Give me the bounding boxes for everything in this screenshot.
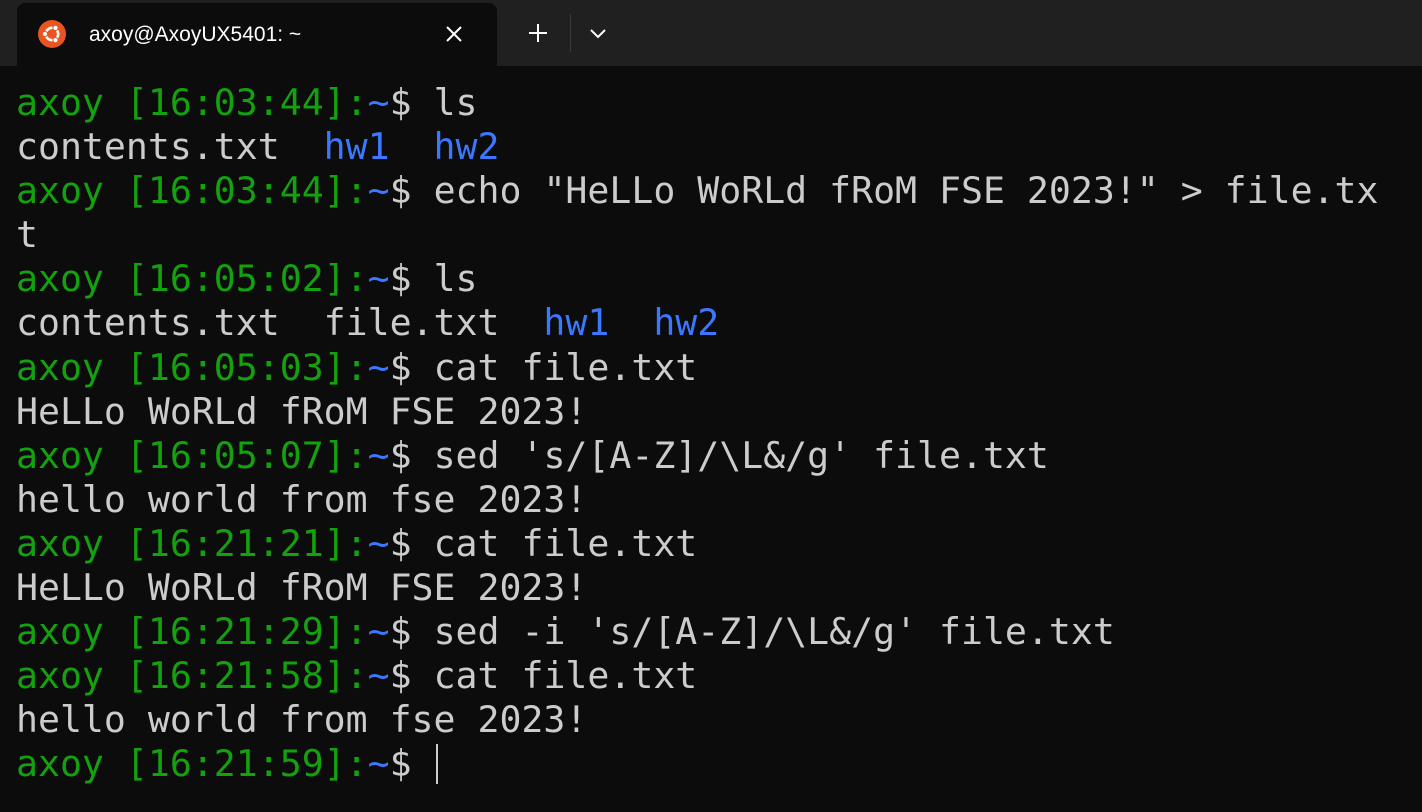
output-line: contents.txt hw1 hw2 [16, 125, 1411, 169]
tab-title: axoy@AxoyUX5401: ~ [89, 23, 302, 46]
prompt-line: axoy [16:21:58]:~$ cat file.txt [16, 654, 1411, 698]
prompt-separator: : [345, 521, 368, 565]
prompt-line: axoy [16:03:44]:~$ ls [16, 81, 1411, 125]
prompt-sigil: $ [389, 433, 412, 477]
output-line: hello world from fse 2023! [16, 478, 1411, 522]
prompt-separator: : [345, 345, 368, 389]
prompt-user: axoy [16, 610, 104, 654]
output-line: HeLLo WoRLd fRoM FSE 2023! [16, 566, 1411, 610]
prompt-sigil: $ [389, 345, 412, 389]
prompt-line: axoy [16:21:59]:~$ [16, 742, 1411, 786]
prompt-line: axoy [16:21:29]:~$ sed -i 's/[A-Z]/\L&/g… [16, 610, 1411, 654]
prompt-path: ~ [367, 742, 390, 786]
prompt-path: ~ [367, 169, 390, 213]
command-text: ls [411, 81, 478, 124]
output-text: HeLLo WoRLd fRoM FSE 2023! [16, 566, 588, 610]
prompt-user: axoy [16, 257, 104, 301]
command-text: cat file.txt [411, 345, 698, 389]
terminal-window: axoy@AxoyUX5401: ~ axoy [16:03:44]:~$ ls… [0, 0, 1422, 812]
prompt-sigil: $ [389, 521, 412, 565]
ls-directory: hw2 [653, 301, 720, 345]
command-text: sed -i 's/[A-Z]/\L&/g' file.txt [411, 610, 1115, 654]
prompt-separator: : [345, 169, 368, 213]
output-text: HeLLo WoRLd fRoM FSE 2023! [16, 389, 588, 433]
prompt-line: axoy [16:05:07]:~$ sed 's/[A-Z]/\L&/g' f… [16, 434, 1411, 478]
prompt-user: axoy [16, 81, 104, 124]
prompt-time: [16:03:44] [125, 169, 346, 213]
prompt-path: ~ [367, 345, 390, 389]
prompt-time: [16:21:21] [125, 521, 346, 565]
output-text: hello world from fse 2023! [16, 698, 588, 742]
prompt-user: axoy [16, 654, 104, 698]
prompt-user: axoy [16, 169, 104, 213]
prompt-separator: : [345, 81, 368, 124]
plus-icon[interactable] [519, 14, 557, 52]
output-line: HeLLo WoRLd fRoM FSE 2023! [16, 390, 1411, 434]
prompt-path: ~ [367, 610, 390, 654]
command-text: cat file.txt [411, 654, 698, 698]
prompt-separator: : [345, 742, 368, 786]
prompt-time: [16:05:02] [125, 257, 346, 301]
prompt-line: axoy [16:03:44]:~$ echo "HeLLo WoRLd fRo… [16, 169, 1411, 213]
prompt-time: [16:03:44] [125, 81, 346, 124]
prompt-time: [16:21:58] [125, 654, 346, 698]
ls-file: file.txt [323, 301, 500, 345]
output-line: hello world from fse 2023! [16, 698, 1411, 742]
prompt-sigil: $ [389, 610, 412, 654]
command-text: cat file.txt [411, 521, 698, 565]
prompt-path: ~ [367, 521, 390, 565]
chevron-down-icon[interactable] [579, 14, 617, 52]
output-line: t [16, 213, 1411, 257]
prompt-path: ~ [367, 81, 390, 124]
prompt-sigil: $ [389, 742, 412, 786]
close-icon[interactable] [441, 21, 467, 47]
prompt-sigil: $ [389, 257, 412, 301]
command-text: ls [411, 257, 478, 301]
prompt-sigil: $ [389, 81, 412, 124]
command-text: sed 's/[A-Z]/\L&/g' file.txt [411, 433, 1049, 477]
prompt-time: [16:21:29] [125, 610, 346, 654]
ls-directory: hw1 [543, 301, 610, 345]
prompt-time: [16:21:59] [125, 742, 346, 786]
command-text [412, 742, 434, 785]
ls-directory: hw1 [323, 125, 390, 169]
prompt-separator: : [345, 257, 368, 301]
terminal-output[interactable]: axoy [16:03:44]:~$ ls contents.txt hw1 hw… [16, 81, 1411, 787]
prompt-path: ~ [367, 257, 390, 301]
command-text: echo "HeLLo WoRLd fRoM FSE 2023!" > file… [411, 169, 1379, 213]
prompt-path: ~ [367, 433, 390, 477]
prompt-sigil: $ [389, 169, 412, 213]
output-line: contents.txt file.txt hw1 hw2 [16, 301, 1411, 345]
prompt-time: [16:05:03] [125, 345, 346, 389]
prompt-line: axoy [16:21:21]:~$ cat file.txt [16, 522, 1411, 566]
prompt-line: axoy [16:05:02]:~$ ls [16, 257, 1411, 301]
output-text: t [16, 213, 38, 257]
prompt-separator: : [345, 654, 368, 698]
title-bar[interactable]: axoy@AxoyUX5401: ~ [0, 0, 1422, 66]
prompt-sigil: $ [389, 654, 412, 698]
titlebar-divider [570, 14, 571, 52]
ls-file: contents.txt [16, 301, 280, 345]
prompt-separator: : [345, 610, 368, 654]
output-text: hello world from fse 2023! [16, 477, 588, 521]
text-cursor [435, 744, 438, 785]
prompt-user: axoy [16, 345, 104, 389]
prompt-time: [16:05:07] [125, 433, 346, 477]
ls-directory: hw2 [433, 125, 500, 169]
prompt-path: ~ [367, 654, 390, 698]
prompt-user: axoy [16, 521, 104, 565]
prompt-separator: : [345, 433, 368, 477]
prompt-user: axoy [16, 742, 104, 786]
ubuntu-logo-icon [38, 20, 66, 48]
tab-active[interactable]: axoy@AxoyUX5401: ~ [17, 3, 497, 66]
ls-file: contents.txt [16, 125, 280, 169]
prompt-user: axoy [16, 433, 104, 477]
prompt-line: axoy [16:05:03]:~$ cat file.txt [16, 346, 1411, 390]
